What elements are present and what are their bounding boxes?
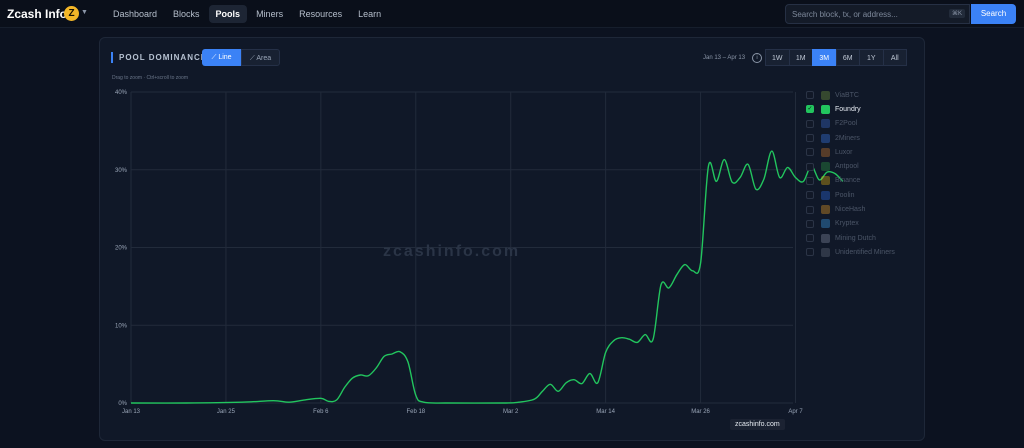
search-shortcut-hint: ⌘K xyxy=(948,9,965,18)
legend-item-nicehash[interactable]: NiceHash xyxy=(806,202,895,216)
x-tick-label: Apr 7 xyxy=(788,409,803,415)
zcash-logo-icon[interactable]: Z xyxy=(64,6,79,21)
nav-item-pools[interactable]: Pools xyxy=(208,5,248,23)
poolin-icon xyxy=(821,190,830,200)
miningdutch-icon xyxy=(821,233,830,243)
legend-checkbox[interactable] xyxy=(806,119,814,128)
x-tick-label: Feb 18 xyxy=(406,409,425,415)
y-tick-label: 10% xyxy=(115,323,128,329)
legend-label: Antpool xyxy=(835,163,859,171)
series-line-foundry xyxy=(130,150,844,404)
nav-item-dashboard[interactable]: Dashboard xyxy=(106,5,164,23)
legend-item-unidentified-miners[interactable]: Unidentified Miners xyxy=(806,245,895,259)
legend-item-luxor[interactable]: Luxor xyxy=(806,145,895,159)
kryptex-icon xyxy=(821,219,830,229)
legend-checkbox[interactable] xyxy=(806,205,814,214)
search-input[interactable] xyxy=(792,8,942,21)
legend-checkbox[interactable] xyxy=(806,248,814,257)
y-tick-label: 40% xyxy=(115,90,128,96)
legend-checkbox[interactable] xyxy=(806,176,814,185)
legend-checkbox[interactable] xyxy=(806,234,814,243)
nav-item-learn[interactable]: Learn xyxy=(351,5,388,23)
legend-checkbox[interactable] xyxy=(806,219,814,228)
top-nav-bar: Zcash Info Z ▼ Dashboard Blocks Pools Miner… xyxy=(0,0,1024,28)
y-tick-label: 30% xyxy=(115,168,128,174)
x-tick-label: Jan 25 xyxy=(217,409,236,415)
x-tick-label: Mar 14 xyxy=(596,409,615,415)
viabtc-icon xyxy=(821,90,830,100)
x-tick-label: Mar 2 xyxy=(503,409,519,415)
nav-item-resources[interactable]: Resources xyxy=(292,5,349,23)
unidentified-icon xyxy=(821,247,830,257)
legend-label: 2Miners xyxy=(835,134,860,142)
legend-label: Kryptex xyxy=(835,220,859,228)
chart-watermark: zcashinfo.com xyxy=(383,243,521,260)
nav-item-miners[interactable]: Miners xyxy=(249,5,290,23)
legend-checkbox[interactable] xyxy=(806,162,814,171)
pool-dominance-chart[interactable]: 0% 10% 20% 30% 40% Jan 13 Jan 25 Feb 6 Feb 18 Mar… xyxy=(100,38,926,442)
legend-label: Poolin xyxy=(835,191,855,199)
binance-icon xyxy=(821,176,830,186)
main-nav: Dashboard Blocks Pools Miners Resources Learn xyxy=(106,5,388,23)
legend-item-f2pool[interactable]: F2Pool xyxy=(806,117,895,131)
legend-item-mining-dutch[interactable]: Mining Dutch xyxy=(806,231,895,245)
legend-checkbox[interactable] xyxy=(806,148,814,157)
search-button[interactable]: Search xyxy=(971,4,1016,24)
pool-legend: ViaBTC ✓ Foundry F2Pool 2Miners Luxor Antpool B… xyxy=(806,88,895,260)
2miners-icon xyxy=(821,133,830,143)
legend-item-poolin[interactable]: Poolin xyxy=(806,188,895,202)
f2pool-icon xyxy=(821,119,830,129)
search-box: ⌘K xyxy=(785,4,970,24)
legend-checkbox[interactable]: ✓ xyxy=(806,105,814,114)
legend-label: ViaBTC xyxy=(835,91,859,99)
nicehash-icon xyxy=(821,205,830,215)
legend-checkbox[interactable] xyxy=(806,91,814,100)
legend-label: Mining Dutch xyxy=(835,234,876,242)
legend-label: Binance xyxy=(835,177,861,185)
legend-label: Unidentified Miners xyxy=(835,248,895,256)
luxor-icon xyxy=(821,147,830,157)
x-tick-label: Jan 13 xyxy=(122,409,141,415)
legend-checkbox[interactable] xyxy=(806,191,814,200)
legend-checkbox[interactable] xyxy=(806,134,814,143)
legend-item-2miners[interactable]: 2Miners xyxy=(806,131,895,145)
foundry-icon xyxy=(821,104,830,114)
brand-title[interactable]: Zcash Info xyxy=(7,7,67,21)
nav-item-blocks[interactable]: Blocks xyxy=(166,5,207,23)
legend-item-binance[interactable]: Binance xyxy=(806,174,895,188)
legend-item-viabtc[interactable]: ViaBTC xyxy=(806,88,895,102)
antpool-icon xyxy=(821,162,830,172)
chevron-down-icon[interactable]: ▼ xyxy=(81,9,88,16)
legend-label: Foundry xyxy=(835,105,861,113)
x-tick-label: Feb 6 xyxy=(313,409,329,415)
y-tick-label: 0% xyxy=(118,401,127,407)
source-badge: zcashinfo.com xyxy=(730,419,785,430)
y-tick-label: 20% xyxy=(115,246,128,252)
legend-item-kryptex[interactable]: Kryptex xyxy=(806,217,895,231)
legend-label: NiceHash xyxy=(835,206,866,214)
pool-dominance-panel: POOL DOMINANCE ⟋ Line ⟋ Area Drag to zoo… xyxy=(99,37,925,441)
legend-label: Luxor xyxy=(835,148,853,156)
legend-label: F2Pool xyxy=(835,120,858,128)
legend-item-foundry[interactable]: ✓ Foundry xyxy=(806,102,895,116)
legend-item-antpool[interactable]: Antpool xyxy=(806,159,895,173)
x-tick-label: Mar 26 xyxy=(691,409,710,415)
